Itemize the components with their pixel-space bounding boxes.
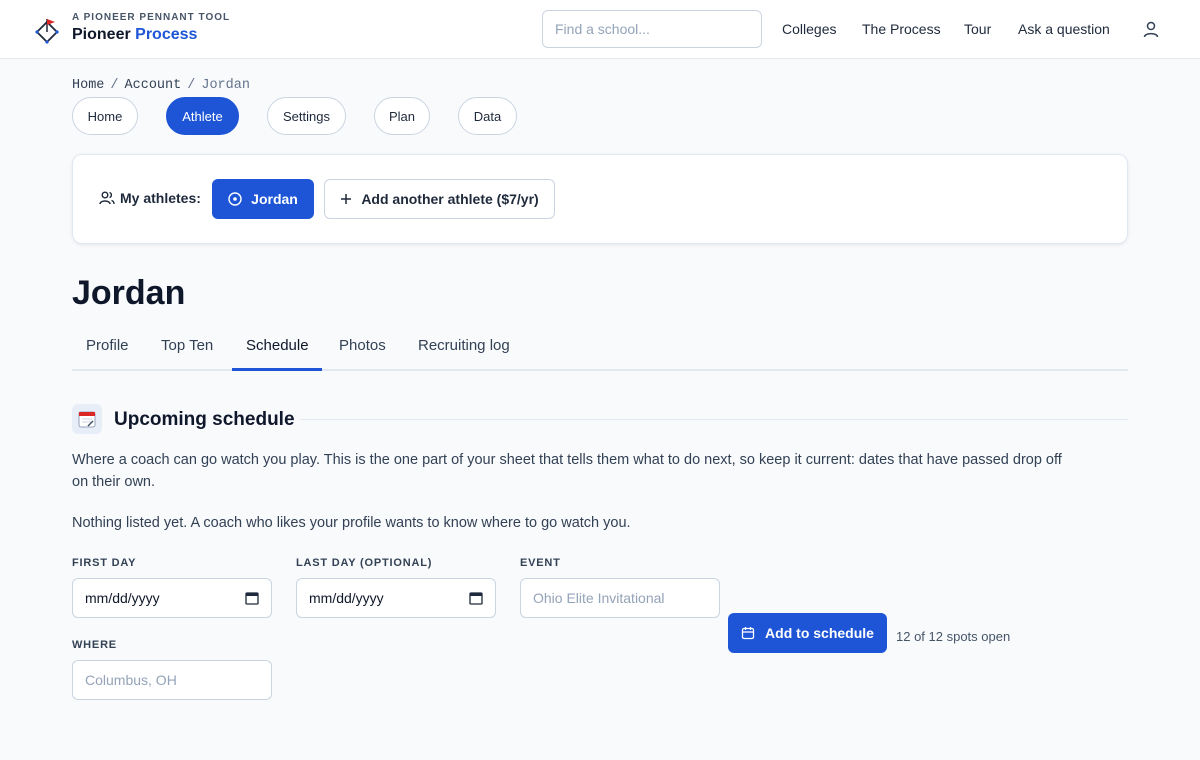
calendar-picker-icon[interactable]: [469, 591, 483, 605]
last-day-value: mm/dd/yyyy: [309, 590, 384, 606]
users-icon: [99, 191, 115, 205]
event-field[interactable]: [520, 578, 720, 618]
spots-open-text: 12 of 12 spots open: [896, 629, 1011, 644]
my-athletes-label: My athletes:: [99, 190, 201, 206]
tab-schedule[interactable]: Schedule: [246, 337, 309, 354]
pill-athlete[interactable]: Athlete: [166, 97, 239, 135]
user-icon[interactable]: [1142, 20, 1160, 38]
brand-tagline: A PIONEER PENNANT TOOL: [72, 12, 231, 23]
my-athletes-text: My athletes:: [120, 190, 201, 206]
brand-name-main: Pioneer: [72, 26, 131, 43]
tab-profile[interactable]: Profile: [86, 337, 129, 354]
last-day-label: LAST DAY (OPTIONAL): [296, 557, 433, 569]
top-navigation-bar: A PIONEER PENNANT TOOL Pioneer Process C…: [0, 0, 1200, 59]
athlete-chip-label: Jordan: [251, 191, 298, 207]
nav-link-the-process[interactable]: The Process: [862, 21, 941, 37]
pill-home[interactable]: Home: [72, 97, 138, 135]
add-to-schedule-label: Add to schedule: [765, 625, 874, 641]
radio-circle-icon: [228, 192, 242, 206]
first-day-date-input[interactable]: mm/dd/yyyy: [72, 578, 272, 618]
plus-icon: [341, 194, 352, 204]
where-field[interactable]: [72, 660, 272, 700]
first-day-label: FIRST DAY: [72, 557, 137, 569]
last-day-date-input[interactable]: mm/dd/yyyy: [296, 578, 496, 618]
empty-schedule-note: Nothing listed yet. A coach who likes yo…: [72, 515, 631, 531]
section-divider: [300, 419, 1128, 420]
breadcrumb-home[interactable]: Home: [72, 78, 104, 93]
athlete-chip-jordan[interactable]: Jordan: [212, 179, 314, 219]
add-athlete-button[interactable]: Add another athlete ($7/yr): [324, 179, 555, 219]
active-tab-indicator: [232, 368, 322, 371]
page-title: Jordan: [72, 274, 186, 312]
section-title: Upcoming schedule: [114, 409, 295, 430]
breadcrumb-current: Jordan: [201, 78, 250, 93]
tab-top-ten[interactable]: Top Ten: [161, 337, 213, 354]
calendar-picker-icon[interactable]: [245, 591, 259, 605]
first-day-value: mm/dd/yyyy: [85, 590, 160, 606]
breadcrumb: Home / Account / Jordan: [72, 78, 250, 93]
calendar-emoji-icon: [72, 404, 102, 434]
brand-name-accent: Process: [135, 26, 198, 43]
my-athletes-card: My athletes: Jordan Add another athlete …: [72, 154, 1128, 244]
tabs-divider: [72, 369, 1128, 371]
pill-data[interactable]: Data: [458, 97, 517, 135]
event-label: EVENT: [520, 557, 561, 569]
breadcrumb-separator: /: [110, 78, 119, 93]
add-athlete-label: Add another athlete ($7/yr): [361, 191, 539, 207]
nav-link-tour[interactable]: Tour: [964, 21, 991, 37]
breadcrumb-separator: /: [187, 78, 196, 93]
where-label: WHERE: [72, 639, 117, 651]
add-to-schedule-button[interactable]: Add to schedule: [728, 613, 887, 653]
pill-settings[interactable]: Settings: [267, 97, 346, 135]
breadcrumb-account[interactable]: Account: [125, 78, 182, 93]
school-search-input[interactable]: [542, 10, 762, 48]
calendar-icon: [741, 627, 755, 640]
section-description: Where a coach can go watch you play. Thi…: [72, 452, 1062, 490]
nav-link-ask-a-question[interactable]: Ask a question: [1018, 21, 1110, 37]
nav-link-colleges[interactable]: Colleges: [782, 21, 836, 37]
where-input[interactable]: [85, 672, 259, 688]
pennant-logo-icon[interactable]: [34, 16, 60, 46]
event-input[interactable]: [533, 590, 707, 606]
tab-photos[interactable]: Photos: [339, 337, 386, 354]
pill-plan[interactable]: Plan: [374, 97, 430, 135]
brand-name[interactable]: Pioneer Process: [72, 26, 197, 44]
tab-recruiting-log[interactable]: Recruiting log: [418, 337, 510, 354]
